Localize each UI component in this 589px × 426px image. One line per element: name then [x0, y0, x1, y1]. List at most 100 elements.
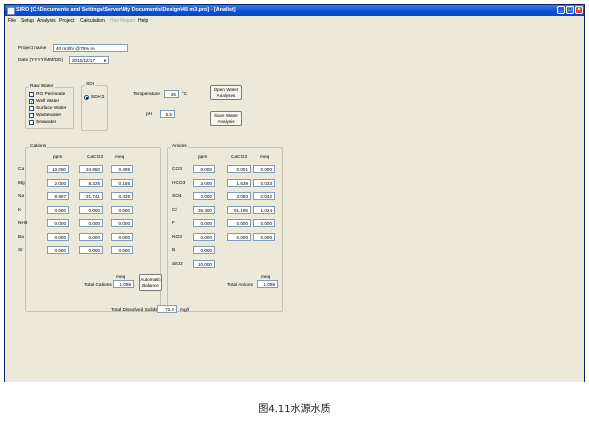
- anions-meq-value: 0.000: [253, 232, 275, 241]
- cations-meq-value: 0.000: [111, 219, 133, 227]
- maximize-button[interactable]: □: [566, 6, 574, 14]
- cations-caco3-value: 21.741: [79, 192, 103, 200]
- date-label: Date (YYYY/MM/DD): [18, 58, 64, 63]
- cations-meq-value: 0.499: [111, 165, 133, 173]
- cations-meq-value: 0.000: [111, 205, 133, 214]
- anions-ion-label: Cl: [172, 207, 177, 213]
- raw-water-wastewater-checkbox[interactable]: [29, 113, 34, 118]
- date-value: 2010/12/17: [72, 58, 95, 63]
- anions-caption: Anions: [171, 144, 188, 149]
- sdi-radio[interactable]: [84, 95, 89, 100]
- temperature-label: Temperature: [133, 92, 160, 97]
- cations-ppm-input[interactable]: 9.997: [47, 192, 69, 200]
- cations-ppm-input[interactable]: 0.000: [47, 232, 69, 241]
- menu-calculation[interactable]: Calculation: [80, 18, 105, 24]
- anions-ppm-input[interactable]: 0.000: [193, 219, 215, 227]
- anions-ppm-input[interactable]: 2.000: [193, 192, 215, 200]
- anions-ppm-input[interactable]: 0.000: [193, 165, 215, 173]
- cations-ion-label: K: [18, 207, 22, 213]
- date-picker[interactable]: 2010/12/17 ▼: [69, 56, 109, 64]
- cations-ion-label: Ba: [18, 234, 24, 240]
- anions-ppm-input[interactable]: 0.000: [193, 232, 215, 241]
- anions-caco3-value: 0.000: [227, 219, 251, 227]
- anions-header-meq: meq: [260, 155, 270, 160]
- cations-caco3-value: 0.000: [79, 246, 103, 254]
- tds-unit: mg/l: [180, 308, 190, 313]
- menu-setup[interactable]: Setup: [21, 18, 34, 24]
- menu-help[interactable]: Help: [138, 18, 148, 24]
- cations-meq-value: 0.000: [111, 232, 133, 241]
- cations-header-caco3: CaCO3: [87, 155, 103, 160]
- raw-water-well-water-label: Well Water: [36, 98, 60, 104]
- raw-water-ro-permeate-checkbox[interactable]: [29, 92, 34, 97]
- sdi-option-label: SDI<3: [91, 94, 105, 100]
- cations-caco3-value: 0.000: [79, 205, 103, 214]
- cations-total-label: Total Cations: [84, 283, 112, 288]
- anions-caco3-value: 0.001: [227, 165, 251, 173]
- cations-caco3-value: 0.000: [79, 219, 103, 227]
- anions-meq-value: 0.033: [253, 178, 275, 187]
- cations-meq-value: 0.000: [111, 246, 133, 254]
- tds-label: Total Dissolved Solids: [111, 308, 158, 313]
- anions-caco3-value: 0.000: [227, 232, 251, 241]
- anions-ppm-input[interactable]: 2.000: [193, 178, 215, 187]
- title-bar: SIRO [C:\Documents and Settings\Server\M…: [5, 5, 584, 16]
- anions-ppm-input[interactable]: 10.000: [193, 259, 215, 268]
- menu-hint-report: Hint Report: [110, 17, 136, 24]
- anions-ion-label: NO3: [172, 234, 182, 240]
- menu-bar: File Setup Analysis Project Calculation …: [5, 16, 584, 24]
- ph-label: pH: [146, 112, 153, 117]
- ph-input[interactable]: 6.5: [160, 110, 175, 118]
- anions-meq-value: 1.024: [253, 205, 275, 214]
- raw-water-seawater-checkbox[interactable]: [29, 120, 34, 125]
- raw-water-wastewater-label: Wastewater: [36, 112, 62, 118]
- cations-ppm-input[interactable]: 2.000: [47, 178, 69, 187]
- cations-ion-label: NH4: [18, 221, 28, 226]
- cations-total-value: 1.098: [113, 280, 134, 288]
- temperature-input[interactable]: 25: [164, 90, 179, 98]
- figure-caption: 图4.11水源水质: [258, 404, 331, 415]
- chevron-down-icon[interactable]: ▼: [103, 57, 107, 63]
- cations-ppm-input[interactable]: 10.000: [47, 165, 69, 173]
- close-button[interactable]: ×: [575, 6, 583, 14]
- raw-water-ro-permeate-label: RO Permeate: [36, 91, 66, 97]
- raw-water-caption: Raw Water: [29, 84, 55, 89]
- cations-ion-label: Sr: [18, 248, 23, 253]
- cations-ion-label: Ca: [18, 167, 25, 172]
- anions-meq-value: 0.000: [253, 219, 275, 227]
- anions-caco3-value: 51.195: [227, 205, 251, 214]
- project-name-input[interactable]: 40 m3/hr @75% re: [53, 44, 128, 52]
- anions-ppm-input[interactable]: 36.300: [193, 205, 215, 214]
- open-water-analyses-button[interactable]: Open Water Analyses: [210, 85, 242, 100]
- app-icon: [7, 7, 15, 15]
- minimize-button[interactable]: _: [557, 6, 565, 14]
- cations-meq-value: 0.435: [111, 192, 133, 200]
- menu-project[interactable]: Project: [59, 18, 75, 24]
- raw-water-well-water-checkbox[interactable]: ✓: [29, 99, 34, 105]
- raw-water-surface-water-checkbox[interactable]: [29, 106, 34, 111]
- cations-ppm-input[interactable]: 0.000: [47, 246, 69, 254]
- save-water-analysis-button[interactable]: Save Water Analysis: [210, 111, 242, 126]
- anions-ion-label: SO4: [172, 194, 182, 199]
- cations-ion-label: Na: [18, 194, 25, 199]
- anions-header-ppm: ppm: [198, 155, 208, 160]
- anions-total-label: Total Anions: [227, 283, 253, 288]
- cations-caco3-value: 24.950: [79, 165, 103, 173]
- anions-total-value: 1.098: [257, 280, 278, 288]
- app-window: SIRO [C:\Documents and Settings\Server\M…: [4, 4, 585, 382]
- raw-water-surface-water-label: Surface Water: [36, 105, 67, 111]
- cations-header-ppm: ppm: [53, 155, 63, 160]
- cations-ppm-input[interactable]: 0.000: [47, 205, 69, 214]
- cations-caco3-value: 8.226: [79, 178, 103, 187]
- anions-caco3-value: 1.639: [227, 178, 251, 187]
- automatic-balance-button[interactable]: Automatic Balance: [139, 274, 162, 291]
- anions-ion-label: HCO3: [172, 180, 186, 186]
- menu-analysis[interactable]: Analysis: [37, 18, 56, 24]
- anions-meq-value: 0.042: [253, 192, 275, 200]
- sdi-group: SDI: [81, 82, 108, 131]
- menu-file[interactable]: File: [8, 18, 16, 24]
- cations-ion-label: Mg: [18, 180, 25, 186]
- cations-ppm-input[interactable]: 0.000: [47, 219, 69, 227]
- anions-ppm-input[interactable]: 0.000: [193, 246, 215, 254]
- anions-ion-label: F: [172, 221, 175, 226]
